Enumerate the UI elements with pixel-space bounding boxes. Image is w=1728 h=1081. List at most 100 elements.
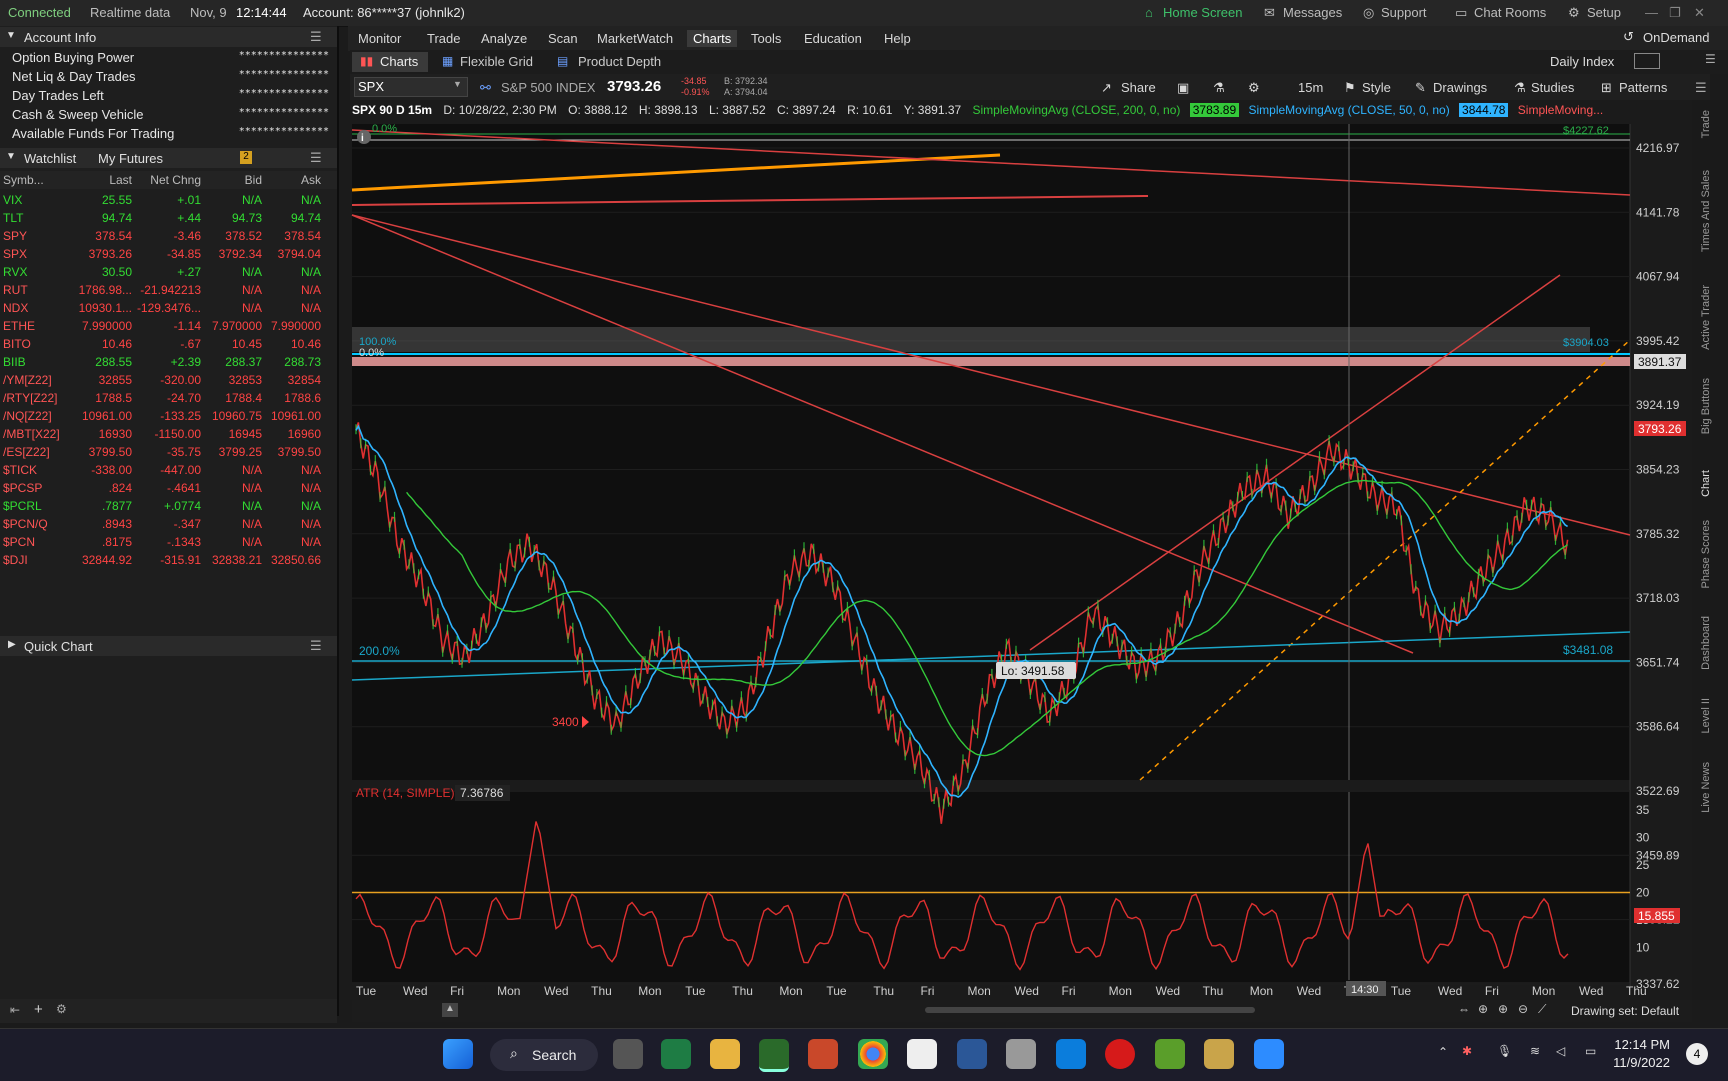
app-icon[interactable]	[1204, 1039, 1234, 1069]
price-tick-label: 3651.74	[1636, 655, 1680, 669]
taskbar: ⌕ Search ⌃ ✱ 🎙 ≋ ◁ ▭ 12:14 PM 11/9/2022 …	[0, 1028, 1728, 1081]
drawing-set-label[interactable]: Drawing set: Default	[1571, 1004, 1679, 1018]
chrome-icon[interactable]	[858, 1039, 888, 1069]
time-tick-label: Mon	[967, 984, 990, 998]
excel-icon[interactable]	[661, 1039, 691, 1069]
time-tick-label: Thu	[873, 984, 894, 998]
time-tick-label: Tue	[826, 984, 847, 998]
powerpoint-icon[interactable]	[808, 1039, 838, 1069]
side-tab-phase-scores[interactable]: Phase Scores	[1700, 520, 1712, 588]
time-tick-label: Fri	[1062, 984, 1076, 998]
price-chart[interactable]: 200.0% 100.0% 0.0% 0.0% i Lo: 3491.58 34…	[0, 0, 1728, 1030]
time-tick-label: Thu	[732, 984, 753, 998]
time-tick-label: Wed	[1156, 984, 1180, 998]
draw-line-icon[interactable]: ⟋	[1538, 1002, 1546, 1017]
fib200-label: 200.0%	[359, 644, 400, 658]
zoom-in-icon[interactable]: ⊕	[1498, 1002, 1508, 1016]
time-tick-label: Mon	[1532, 984, 1555, 998]
atr-tick-label: 10	[1636, 941, 1650, 955]
file-explorer-icon[interactable]	[710, 1039, 740, 1069]
zoom-icon[interactable]	[1254, 1039, 1284, 1069]
battery-icon[interactable]: ▭	[1585, 1044, 1596, 1058]
notification-badge[interactable]: 4	[1686, 1043, 1708, 1065]
time-tick-label: Thu	[1626, 984, 1647, 998]
low-label: Lo: 3491.58	[1001, 664, 1065, 678]
time-tick-label: Mon	[638, 984, 661, 998]
atr-value: 7.36786	[460, 786, 504, 800]
side-tab-live-news[interactable]: Live News	[1700, 762, 1712, 813]
right-side-tabs: Trade Times And Sales Active Trader Big …	[1692, 100, 1728, 1000]
price-tick-label: 3718.03	[1636, 591, 1680, 605]
time-tick-label: Wed	[1438, 984, 1462, 998]
price-tick-label: 3522.69	[1636, 784, 1680, 798]
side-tab-big-buttons[interactable]: Big Buttons	[1700, 378, 1712, 434]
time-tick-label: Fri	[450, 984, 464, 998]
expand-icon[interactable]: ▲	[442, 1003, 458, 1017]
slack-icon[interactable]	[907, 1039, 937, 1069]
fib-retracement-box	[352, 327, 1590, 352]
atr-tick-label: 20	[1636, 886, 1650, 900]
pan-icon[interactable]: ⇔	[1458, 1002, 1470, 1016]
search-icon: ⌕	[510, 1045, 518, 1061]
thinkorswim-icon[interactable]	[759, 1039, 789, 1072]
price-tick-label: 3854.23	[1636, 463, 1680, 477]
fib00-label: 0.0%	[359, 347, 384, 359]
time-tick-label: Mon	[779, 984, 802, 998]
price-tick-label: 4141.78	[1636, 205, 1680, 219]
price-plot-bg	[352, 124, 1630, 780]
time-tick-label: Wed	[1579, 984, 1603, 998]
horizontal-scrollbar[interactable]	[925, 1007, 1255, 1013]
cursor-time-label: 14:30	[1351, 984, 1379, 996]
microphone-icon[interactable]: 🎙	[1497, 1044, 1512, 1058]
volume-icon[interactable]: ◁	[1556, 1044, 1565, 1058]
side-tab-active-trader[interactable]: Active Trader	[1700, 285, 1712, 350]
side-tab-chart[interactable]: Chart	[1700, 470, 1712, 497]
time-tick-label: Tue	[1391, 984, 1412, 998]
opera-icon[interactable]	[1105, 1039, 1135, 1069]
fib0-label: 0.0%	[372, 123, 397, 135]
taskbar-date: 11/9/2022	[1613, 1055, 1670, 1070]
price-tick-label: 3924.19	[1636, 398, 1680, 412]
tray-chevron-icon[interactable]: ⌃	[1438, 1045, 1448, 1059]
atr-title: ATR (14, SIMPLE)	[356, 786, 454, 800]
price-tick-label: 4216.97	[1636, 141, 1680, 155]
time-tick-label: Fri	[1485, 984, 1499, 998]
time-tick-label: Tue	[685, 984, 706, 998]
taskbar-time: 12:14 PM	[1614, 1037, 1670, 1052]
windows-start-icon[interactable]	[443, 1039, 473, 1069]
task-view-icon[interactable]	[613, 1039, 643, 1069]
crosshair-icon[interactable]: ⊕	[1478, 1002, 1488, 1016]
side-tab-level-ii[interactable]: Level II	[1700, 698, 1712, 733]
atr-current-label: 15.855	[1638, 909, 1675, 923]
tray-app-icon[interactable]: ✱	[1462, 1044, 1472, 1058]
side-tab-dashboard[interactable]: Dashboard	[1700, 616, 1712, 670]
snipping-tool-icon[interactable]	[1006, 1039, 1036, 1069]
side-tab-trade[interactable]: Trade	[1700, 110, 1712, 138]
time-tick-label: Thu	[591, 984, 612, 998]
atr-tick-label: 25	[1636, 858, 1650, 872]
atr-plot-bg	[352, 792, 1630, 982]
info-icon-glyph: i	[361, 133, 364, 144]
price-tick-label: 3995.42	[1636, 334, 1680, 348]
time-tick-label: Mon	[1109, 984, 1132, 998]
time-tick-label: Wed	[1015, 984, 1039, 998]
cursor-price-label: 3891.37	[1638, 355, 1682, 369]
taskbar-search[interactable]: ⌕ Search	[490, 1039, 598, 1071]
time-tick-label: Thu	[1203, 984, 1224, 998]
taskbar-clock[interactable]: 12:14 PM 11/9/2022	[1613, 1036, 1670, 1072]
search-label: Search	[532, 1047, 577, 1063]
chart-footer: ▲ ⇔ ⊕ ⊕ ⊖ ⟋ Drawing set: Default	[352, 1000, 1692, 1022]
word-icon[interactable]	[957, 1039, 987, 1069]
skype-icon[interactable]	[1056, 1039, 1086, 1069]
time-tick-label: Fri	[920, 984, 934, 998]
top-price-label: $4227.62	[1563, 125, 1609, 137]
wifi-icon[interactable]: ≋	[1530, 1044, 1540, 1058]
time-tick-label: Wed	[1297, 984, 1321, 998]
side-tab-times-sales[interactable]: Times And Sales	[1700, 170, 1712, 252]
time-tick-label: Tue	[356, 984, 377, 998]
camtasia-icon[interactable]	[1155, 1039, 1185, 1069]
level-3400-label: 3400	[552, 715, 579, 729]
zoom-out-icon[interactable]: ⊖	[1518, 1002, 1528, 1016]
time-tick-label: Mon	[497, 984, 520, 998]
time-tick-label: Wed	[403, 984, 427, 998]
